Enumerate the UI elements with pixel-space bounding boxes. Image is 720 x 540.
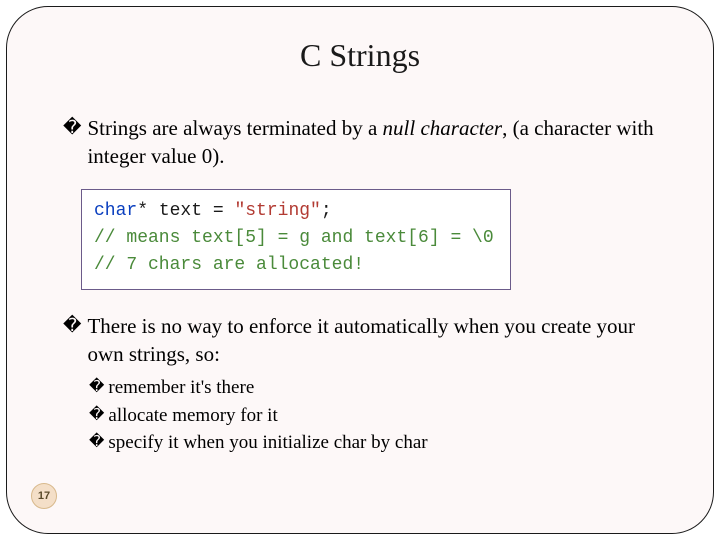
bullet-list: � Strings are always terminated by a nul…	[63, 114, 665, 457]
sub-bullet-list: � remember it's there � allocate memory …	[89, 374, 665, 457]
bullet-1-text: Strings are always terminated by a null …	[87, 114, 665, 171]
bullet-icon: �	[89, 402, 104, 430]
code-kw: char	[94, 201, 137, 221]
code-end: ;	[321, 201, 332, 221]
bullet-1-pre: Strings are always terminated by a	[87, 116, 382, 140]
page-number-badge: 17	[31, 483, 57, 509]
bullet-icon: �	[63, 114, 81, 171]
code-line-1: char* text = "string";	[94, 198, 498, 225]
code-str: "string"	[234, 201, 320, 221]
sub-bullet-2-text: allocate memory for it	[108, 402, 277, 430]
code-box: char* text = "string"; // means text[5] …	[81, 189, 511, 290]
bullet-1-em: null character	[383, 116, 503, 140]
sub-bullet-1-text: remember it's there	[108, 374, 254, 402]
sub-bullet-1: � remember it's there	[89, 374, 665, 402]
code-line-3: // 7 chars are allocated!	[94, 252, 498, 279]
page-number: 17	[38, 490, 50, 502]
bullet-icon: �	[89, 429, 104, 457]
sub-bullet-3-text: specify it when you initialize char by c…	[108, 429, 427, 457]
sub-bullet-3: � specify it when you initialize char by…	[89, 429, 665, 457]
sub-bullet-2: � allocate memory for it	[89, 402, 665, 430]
slide-title: C Strings	[55, 37, 665, 74]
bullet-icon: �	[89, 374, 104, 402]
bullet-2: � There is no way to enforce it automati…	[63, 312, 665, 369]
bullet-1: � Strings are always terminated by a nul…	[63, 114, 665, 171]
bullet-2-text: There is no way to enforce it automatica…	[87, 312, 665, 369]
slide-frame: C Strings � Strings are always terminate…	[6, 6, 714, 534]
code-rest: * text =	[137, 201, 234, 221]
code-line-2: // means text[5] = g and text[6] = \0	[94, 225, 498, 252]
bullet-icon: �	[63, 312, 81, 369]
